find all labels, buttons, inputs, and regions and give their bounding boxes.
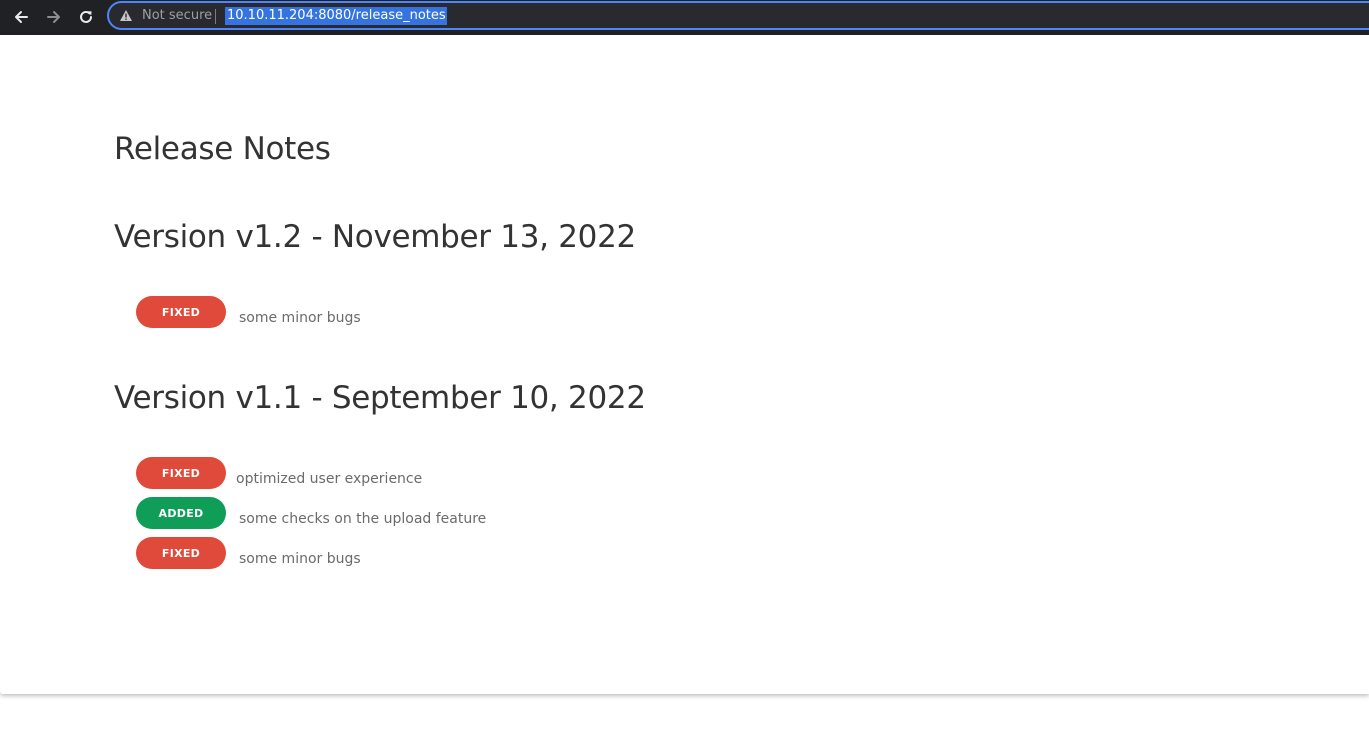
security-label[interactable]: Not secure [142,8,212,23]
reload-button[interactable] [74,5,98,29]
forward-button[interactable] [42,5,66,29]
version-title: Version v1.2 - November 13, 2022 [114,219,636,255]
back-button[interactable] [9,5,33,29]
note-text: some checks on the upload feature [239,511,487,527]
version-title: Version v1.1 - September 10, 2022 [114,380,646,416]
note-text: some minor bugs [239,551,361,567]
address-bar[interactable]: Not secure 10.10.11.204:8080/release_not… [107,1,1369,30]
note-text: optimized user experience [236,471,423,487]
page-title: Release Notes [114,131,331,167]
address-divider [215,9,216,24]
reload-icon [80,10,92,23]
fixed-badge: FIXED [136,537,226,569]
release-note-item: FIXED some minor bugs [136,537,361,569]
arrow-right-icon [47,11,60,23]
fixed-badge: FIXED [136,457,226,489]
release-note-item: ADDED some checks on the upload feature [136,497,486,529]
added-badge: ADDED [136,497,226,529]
note-text: some minor bugs [239,310,361,326]
url-text[interactable]: 10.10.11.204:8080/release_notes [225,7,447,25]
fixed-badge: FIXED [136,296,226,328]
warning-icon [120,10,132,21]
browser-toolbar: Not secure 10.10.11.204:8080/release_not… [0,0,1369,35]
release-note-item: FIXED optimized user experience [136,457,422,489]
arrow-left-icon [15,11,28,23]
release-note-item: FIXED some minor bugs [136,296,361,328]
